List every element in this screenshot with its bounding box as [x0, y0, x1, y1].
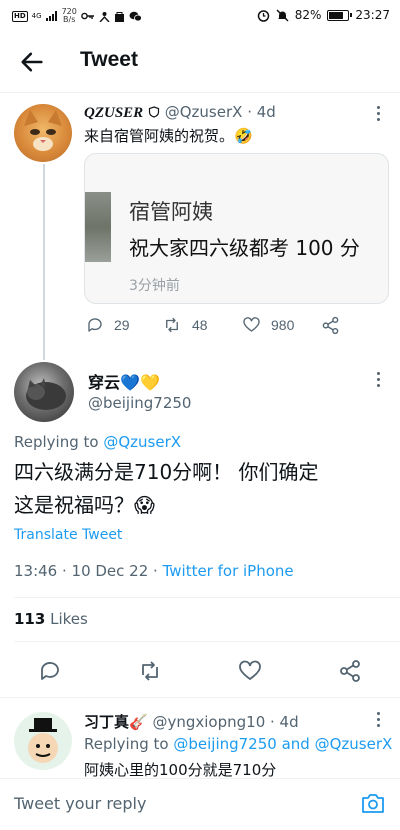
camera-icon[interactable] — [361, 792, 385, 814]
quoted-avatar-thumbnail — [85, 192, 111, 262]
reply-input[interactable]: Tweet your reply — [14, 794, 146, 813]
app-header: Tweet — [0, 32, 400, 92]
timestamp: 13:46 · 10 Dec 22 · — [14, 562, 163, 580]
quoted-image-card[interactable]: 宿管阿姨 祝大家四六级都考 100 分 3分钟前 — [84, 153, 389, 304]
wechat-icon — [129, 11, 142, 21]
divider — [14, 641, 400, 642]
likes-count: 113 — [14, 610, 46, 628]
divider — [14, 597, 400, 598]
display-name[interactable]: 习丁真🎸 — [84, 713, 148, 731]
replying-to-link[interactable]: @beijing7250 — [173, 735, 276, 753]
person-icon — [99, 11, 110, 22]
signal-icon — [45, 11, 57, 21]
reply-compose-bar: Tweet your reply — [0, 778, 400, 830]
handle[interactable]: @yngxiopng10 — [152, 713, 265, 731]
like-action[interactable]: 980 — [242, 316, 294, 334]
more-options-icon[interactable] — [368, 370, 388, 390]
tweet-text: 阿姨心里的100分就是710分 — [84, 761, 277, 779]
alarm-icon — [257, 9, 269, 22]
back-arrow-icon[interactable] — [18, 48, 46, 76]
reply-icon[interactable] — [38, 659, 62, 683]
reply-action[interactable]: 29 — [86, 316, 130, 334]
tweet-text-line: 四六级满分是710分啊！ 你们确定 — [14, 460, 319, 484]
replying-and: and — [281, 735, 310, 753]
clock: 23:27 — [355, 8, 390, 22]
like-count: 980 — [271, 317, 295, 333]
avatar[interactable] — [14, 362, 74, 422]
avatar[interactable] — [14, 712, 72, 770]
replying-to-link[interactable]: @QzuserX — [315, 735, 393, 753]
replying-label: Replying to — [84, 735, 169, 753]
cat-avatar-image — [24, 110, 62, 151]
source-link[interactable]: Twitter for iPhone — [163, 562, 294, 580]
replying-to: Replying to @beijing7250 and @QzuserX — [84, 735, 392, 753]
divider — [0, 697, 400, 698]
replying-to: Replying to @QzuserX — [14, 433, 181, 451]
parent-tweet-header: QZUSER @QzuserX · 4d — [84, 103, 276, 122]
handle[interactable]: @beijing7250 — [88, 394, 191, 412]
more-options-icon[interactable] — [368, 710, 388, 730]
retweet-icon — [166, 317, 178, 333]
replying-to-link[interactable]: @QzuserX — [103, 433, 181, 451]
bag-icon — [114, 11, 124, 22]
tweet-metadata: 13:46 · 10 Dec 22 · Twitter for iPhone — [14, 562, 294, 580]
translate-tweet-link[interactable]: Translate Tweet — [14, 527, 122, 543]
likes-summary[interactable]: 113 Likes — [14, 610, 88, 628]
retweet-icon[interactable] — [137, 659, 163, 683]
share-icon[interactable] — [321, 316, 340, 335]
battery-icon — [327, 9, 353, 21]
tweet-text: 来自宿管阿姨的祝贺。🤣 — [84, 127, 253, 145]
replying-label: Replying to — [14, 433, 99, 451]
key-icon — [81, 12, 94, 20]
tweet-text-line: 这是祝福吗？😱 — [14, 493, 155, 517]
cat-avatar-image — [26, 378, 66, 410]
status-bar: HD 4G 720 B/s 82% 23:27 — [0, 0, 400, 32]
retweet-count: 48 — [192, 317, 208, 333]
handle[interactable]: @QzuserX — [165, 103, 243, 121]
battery-percent: 82% — [294, 8, 322, 22]
tweet-time: · 4d — [270, 713, 299, 731]
reply-header: 习丁真🎸 @yngxiopng10 · 4d — [84, 711, 299, 732]
reply-count: 29 — [114, 317, 130, 333]
thread-line — [43, 164, 45, 360]
heart-icon[interactable] — [238, 659, 262, 683]
cartoon-avatar-image — [28, 718, 58, 763]
signal-label: 4G — [31, 12, 42, 20]
retweet-action[interactable]: 48 — [162, 316, 208, 334]
more-options-icon[interactable] — [368, 104, 388, 124]
display-name[interactable]: QZUSER — [84, 105, 143, 121]
quote-message: 祝大家四六级都考 100 分 — [129, 236, 360, 260]
display-name[interactable]: 穿云 — [88, 373, 120, 392]
tweet-time: · 4d — [247, 103, 276, 121]
quote-time: 3分钟前 — [129, 278, 180, 294]
likes-label: Likes — [50, 610, 88, 628]
quote-title: 宿管阿姨 — [129, 200, 213, 224]
network-speed: 720 B/s — [61, 7, 77, 24]
shield-icon — [148, 106, 160, 118]
mute-icon — [276, 9, 289, 21]
tweet-text: 四六级满分是710分啊！ 你们确定 这是祝福吗？😱 — [14, 456, 319, 522]
share-icon[interactable] — [338, 659, 362, 683]
hd-badge: HD — [12, 10, 28, 22]
main-tweet-author[interactable]: 穿云💙💛 — [88, 369, 160, 393]
avatar[interactable] — [14, 104, 72, 162]
header-divider — [0, 92, 400, 93]
reply-icon — [88, 318, 102, 332]
name-emoji: 💙💛 — [120, 373, 160, 392]
page-title: Tweet — [80, 48, 138, 71]
heart-icon — [243, 317, 260, 332]
